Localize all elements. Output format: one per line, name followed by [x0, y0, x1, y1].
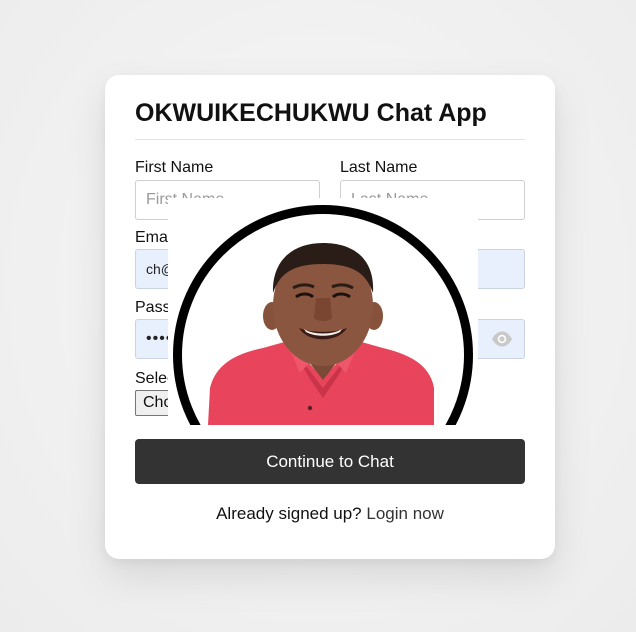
first-name-label: First Name: [135, 159, 214, 176]
app-title: OKWUIKECHUKWU Chat App: [135, 99, 487, 127]
continue-to-chat-button[interactable]: Continue to Chat: [135, 439, 525, 484]
page-background: OKWUIKECHUKWU Chat App First Name Last N…: [0, 0, 636, 632]
avatar-preview: [168, 198, 478, 425]
eye-icon[interactable]: [491, 330, 513, 348]
login-prompt-text: Already signed up?: [216, 504, 362, 523]
login-prompt: Already signed up? Login now: [105, 504, 555, 524]
login-now-link[interactable]: Login now: [366, 504, 444, 523]
last-name-label: Last Name: [340, 159, 418, 176]
avatar: [208, 243, 434, 425]
title-divider: [135, 139, 525, 140]
